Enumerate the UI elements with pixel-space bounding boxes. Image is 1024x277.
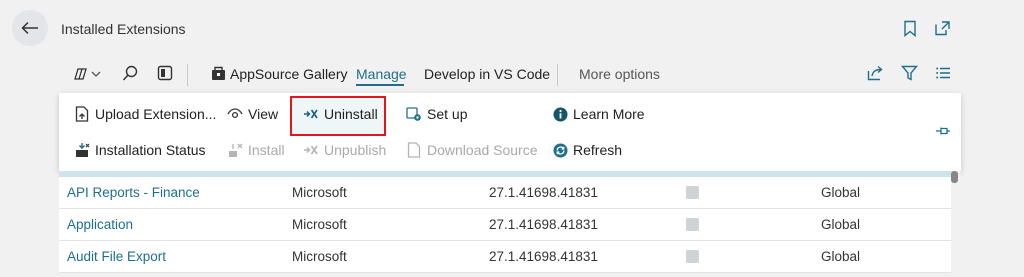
download-source-label: Download Source	[427, 142, 538, 158]
extensions-list: API Reports - Finance Microsoft 27.1.416…	[59, 171, 951, 273]
copilot-analyze-icon[interactable]	[72, 66, 102, 82]
eye-icon	[227, 106, 243, 122]
extension-name-link[interactable]: Application	[67, 217, 133, 232]
installation-status-icon	[74, 142, 90, 158]
install-icon	[227, 142, 243, 158]
scope-cell: Global	[821, 185, 861, 200]
view-label: View	[248, 106, 279, 122]
table-row[interactable]: API Reports - Finance Microsoft 27.1.416…	[59, 177, 951, 209]
refresh-label: Refresh	[573, 142, 623, 158]
setup-button[interactable]: Set up	[406, 106, 467, 122]
arrow-left-icon	[21, 21, 39, 35]
share-icon[interactable]	[867, 65, 884, 81]
installed-checkbox	[686, 218, 699, 231]
table-row[interactable]: Audit File Export Microsoft 27.1.41698.4…	[59, 241, 951, 273]
learn-more-button[interactable]: Learn More	[552, 106, 645, 122]
refresh-button[interactable]: Refresh	[552, 142, 622, 158]
manage-menu-panel	[59, 93, 961, 171]
installed-checkbox	[686, 250, 699, 263]
download-source-button[interactable]: Download Source	[406, 142, 538, 158]
extension-name-link[interactable]: Audit File Export	[67, 249, 166, 264]
scrollbar[interactable]	[951, 171, 960, 277]
pin-icon[interactable]	[935, 126, 951, 136]
install-button[interactable]: Install	[227, 142, 285, 158]
publisher-cell: Microsoft	[292, 185, 347, 200]
scope-cell: Global	[821, 249, 861, 264]
manage-tab[interactable]: Manage	[356, 66, 407, 82]
back-button[interactable]	[12, 10, 48, 46]
more-options-button[interactable]: More options	[579, 66, 660, 82]
table-row[interactable]: Application Microsoft 27.1.41698.41831 G…	[59, 209, 951, 241]
scrollbar-thumb[interactable]	[951, 171, 958, 183]
unpublish-button[interactable]: Unpublish	[303, 142, 386, 158]
open-new-window-icon[interactable]	[934, 20, 951, 37]
list-view-icon[interactable]	[936, 67, 951, 79]
publisher-cell: Microsoft	[292, 249, 347, 264]
setup-gear-icon	[406, 106, 422, 122]
installation-status-button[interactable]: Installation Status	[74, 142, 206, 158]
manage-tab-underline	[356, 84, 404, 86]
uninstall-label: Uninstall	[324, 106, 378, 122]
appsource-gallery-button[interactable]: AppSource Gallery	[230, 66, 348, 82]
learn-more-label: Learn More	[573, 106, 645, 122]
upload-extension-label: Upload Extension...	[95, 106, 217, 122]
unpublish-icon	[303, 142, 319, 158]
search-icon[interactable]	[122, 65, 138, 82]
unpublish-label: Unpublish	[324, 142, 387, 158]
setup-label: Set up	[427, 106, 468, 122]
refresh-icon	[552, 142, 568, 158]
installation-status-label: Installation Status	[95, 142, 206, 158]
uninstall-button[interactable]: Uninstall	[303, 106, 378, 122]
version-cell: 27.1.41698.41831	[489, 217, 598, 232]
appsource-icon	[211, 65, 226, 81]
page-title: Installed Extensions	[61, 21, 186, 37]
version-cell: 27.1.41698.41831	[489, 185, 598, 200]
scope-cell: Global	[821, 217, 861, 232]
action-bar: AppSource Gallery Manage Develop in VS C…	[60, 62, 960, 88]
uninstall-icon	[303, 106, 319, 122]
extension-name-link[interactable]: API Reports - Finance	[67, 185, 200, 200]
publisher-cell: Microsoft	[292, 217, 347, 232]
installed-checkbox	[686, 186, 699, 199]
version-cell: 27.1.41698.41831	[489, 249, 598, 264]
develop-in-vscode-button[interactable]: Develop in VS Code	[424, 66, 550, 82]
view-button[interactable]: View	[227, 106, 278, 122]
upload-extension-button[interactable]: Upload Extension...	[74, 106, 216, 122]
bookmark-icon[interactable]	[903, 20, 917, 37]
filter-icon[interactable]	[901, 65, 918, 81]
document-icon	[406, 142, 422, 158]
install-label: Install	[248, 142, 285, 158]
info-icon	[552, 106, 568, 122]
edit-list-icon[interactable]	[157, 65, 173, 81]
upload-document-icon	[74, 106, 90, 122]
